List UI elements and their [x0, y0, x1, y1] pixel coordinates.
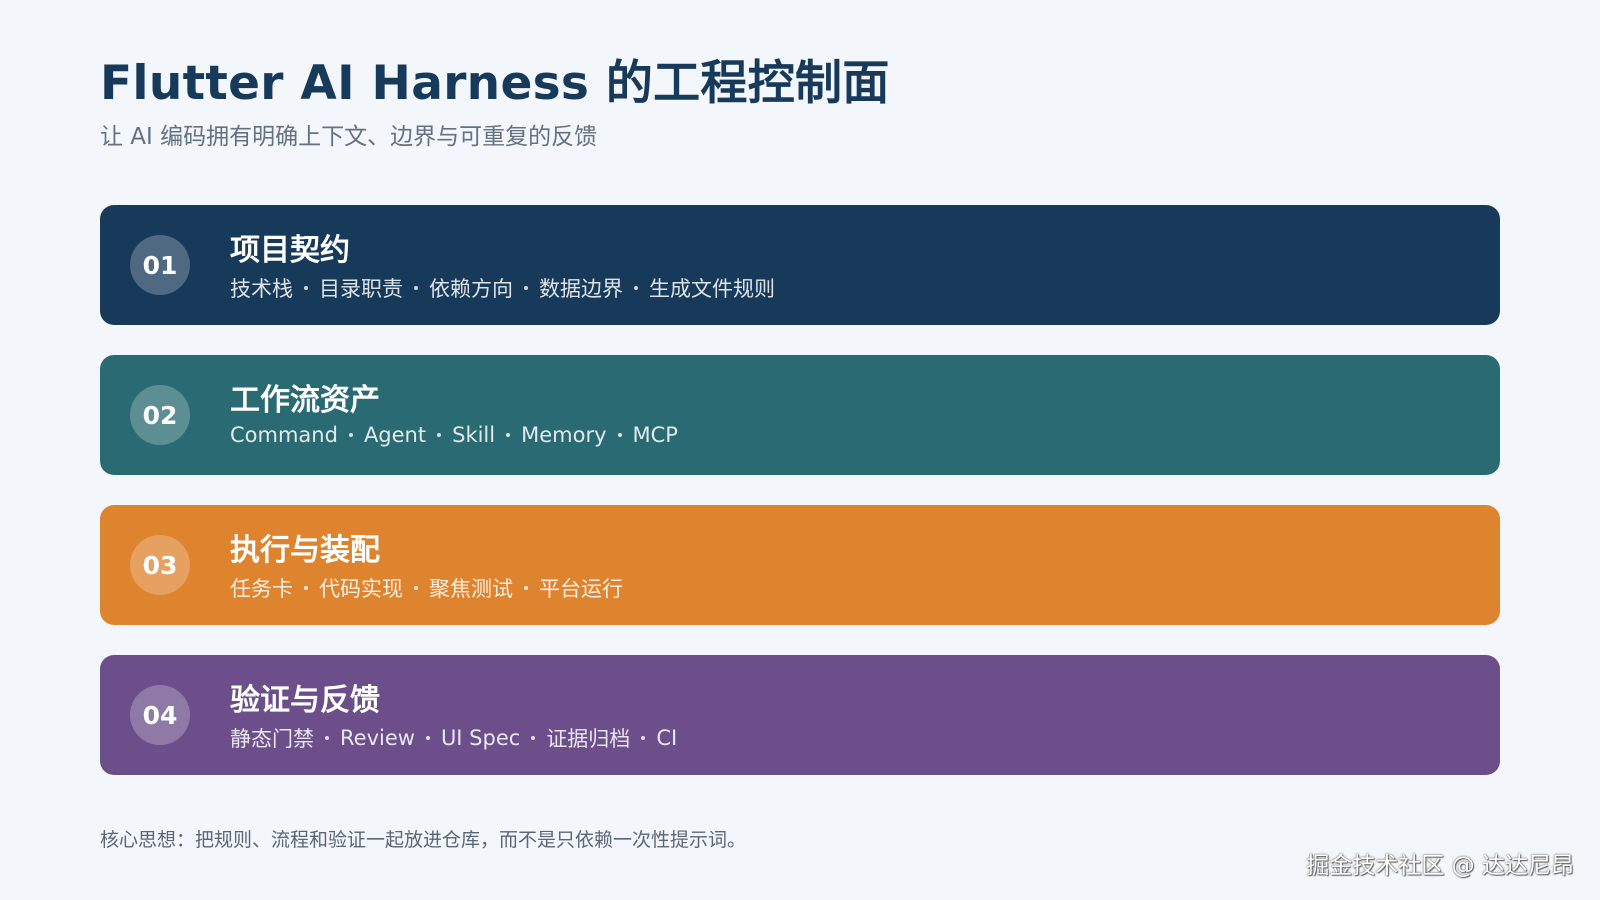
card-item: 依赖方向 — [429, 277, 513, 301]
dot-separator-icon — [634, 286, 638, 290]
card-items: 任务卡 代码实现 聚焦测试 平台运行 — [230, 573, 623, 603]
card-list: 01 项目契约 技术栈 目录职责 依赖方向 数据边界 生成文件规则 02 工作流… — [100, 205, 1500, 805]
dot-separator-icon — [437, 433, 442, 437]
card-execution-assembly: 03 执行与装配 任务卡 代码实现 聚焦测试 平台运行 — [100, 505, 1500, 625]
card-item: 任务卡 — [230, 577, 293, 601]
card-item: 聚焦测试 — [429, 577, 513, 601]
card-item: CI — [656, 726, 678, 750]
card-item: 平台运行 — [539, 577, 623, 601]
page-title: Flutter AI Harness 的工程控制面 — [100, 56, 890, 111]
dot-separator-icon — [506, 433, 511, 437]
card-item: 数据边界 — [539, 277, 623, 301]
card-item: Review — [340, 726, 415, 750]
card-item: 目录职责 — [319, 277, 403, 301]
page-subtitle: 让 AI 编码拥有明确上下文、边界与可重复的反馈 — [100, 124, 598, 150]
card-item: 技术栈 — [230, 277, 293, 301]
step-number-badge: 03 — [130, 535, 190, 595]
dot-separator-icon — [414, 286, 418, 290]
card-item: Command — [230, 423, 338, 447]
dot-separator-icon — [425, 736, 430, 740]
card-title: 项目契约 — [230, 233, 350, 268]
dot-separator-icon — [617, 433, 622, 437]
card-title: 执行与装配 — [230, 533, 380, 568]
dot-separator-icon — [304, 586, 308, 590]
card-items: Command Agent Skill Memory MCP — [230, 423, 678, 447]
card-project-contract: 01 项目契约 技术栈 目录职责 依赖方向 数据边界 生成文件规则 — [100, 205, 1500, 325]
dot-separator-icon — [348, 433, 353, 437]
step-number-badge: 04 — [130, 685, 190, 745]
step-number-badge: 01 — [130, 235, 190, 295]
card-item: UI Spec — [440, 726, 521, 750]
dot-separator-icon — [641, 736, 646, 740]
card-workflow-assets: 02 工作流资产 Command Agent Skill Memory MCP — [100, 355, 1500, 475]
step-number-badge: 02 — [130, 385, 190, 445]
card-item: 生成文件规则 — [649, 277, 775, 301]
card-items: 技术栈 目录职责 依赖方向 数据边界 生成文件规则 — [230, 273, 775, 303]
dot-separator-icon — [414, 586, 418, 590]
card-item: Memory — [521, 423, 607, 447]
dot-separator-icon — [325, 736, 329, 740]
card-title: 工作流资产 — [230, 383, 380, 418]
card-item: 代码实现 — [319, 577, 403, 601]
dot-separator-icon — [304, 286, 308, 290]
card-item: Skill — [452, 423, 496, 447]
card-item: 证据归档 — [546, 727, 631, 751]
card-item: 静态门禁 — [230, 727, 314, 751]
dot-separator-icon — [524, 586, 528, 590]
card-item: MCP — [632, 423, 678, 447]
card-items: 静态门禁 Review UI Spec 证据归档 CI — [230, 723, 677, 753]
card-title: 验证与反馈 — [230, 683, 380, 718]
card-item: Agent — [363, 423, 427, 447]
core-idea-note: 核心思想：把规则、流程和验证一起放进仓库，而不是只依赖一次性提示词。 — [100, 829, 747, 851]
dot-separator-icon — [531, 736, 536, 740]
card-verification-feedback: 04 验证与反馈 静态门禁 Review UI Spec 证据归档 CI — [100, 655, 1500, 775]
watermark: 掘金技术社区 @ 达达尼昂 — [1306, 853, 1574, 879]
dot-separator-icon — [524, 286, 528, 290]
